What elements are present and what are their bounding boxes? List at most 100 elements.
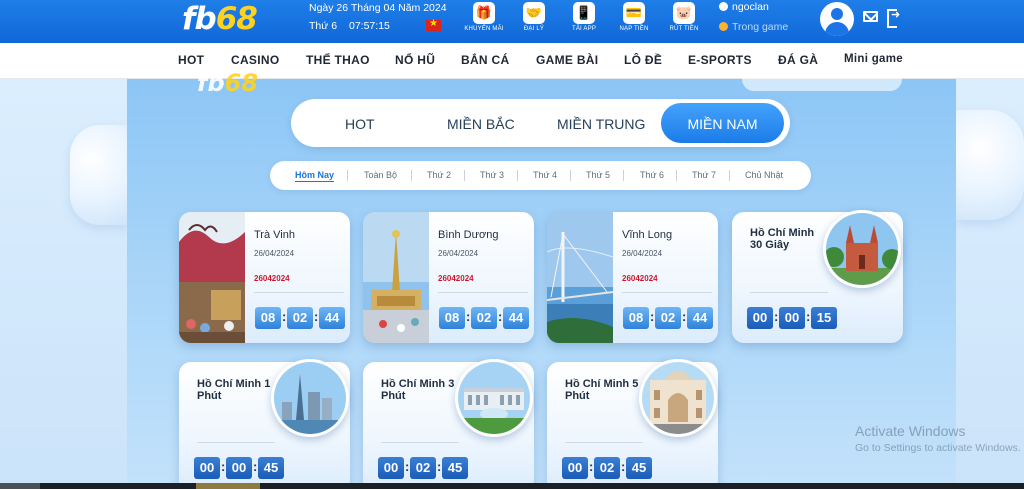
site-logo[interactable]: fb68 (182, 1, 258, 37)
vietnam-flag-icon[interactable] (426, 18, 441, 31)
colon: : (437, 459, 442, 474)
colon: : (621, 459, 626, 474)
countdown-seconds: 45 (258, 457, 284, 479)
tab-thu-6[interactable]: Thứ 6 (640, 170, 664, 180)
divider (570, 170, 571, 181)
nav-item-mini-game[interactable]: Mini game (844, 53, 903, 65)
promotions-link[interactable]: 🎁 KHUYẾN MÃI (459, 2, 509, 32)
logout-icon[interactable] (887, 8, 901, 28)
colon: : (282, 309, 287, 324)
hcm-palace-photo (455, 359, 533, 437)
nav-item-no-hu[interactable]: NỔ HŨ (395, 53, 435, 67)
countdown-hours: 08 (255, 307, 281, 329)
lottery-name: Vĩnh Long (622, 229, 673, 241)
phone-icon: 📱 (573, 2, 595, 24)
panel-logo: fb68 (197, 69, 258, 97)
tab-thu-2[interactable]: Thứ 2 (427, 170, 451, 180)
tab-thu-5[interactable]: Thứ 5 (586, 170, 610, 180)
lottery-name: Bình Dương (438, 229, 499, 241)
download-app-link[interactable]: 📱 TẢI APP (559, 2, 609, 32)
nav-item-hot[interactable]: HOT (178, 53, 204, 67)
tab-thu-3[interactable]: Thứ 3 (480, 170, 504, 180)
tab-mien-nam-label: MIỀN NAM (687, 116, 758, 132)
tab-hot[interactable]: HOT (345, 116, 375, 132)
countdown-seconds: 44 (687, 307, 713, 329)
tab-mien-nam[interactable]: MIỀN NAM (661, 103, 784, 143)
tab-mien-trung[interactable]: MIỀN TRUNG (557, 116, 645, 132)
username-text: ngoclan (732, 1, 769, 13)
taskbar-strip (0, 483, 1024, 489)
countdown-seconds: 15 (811, 307, 837, 329)
nav-item-ban-ca[interactable]: BẮN CÁ (461, 53, 509, 67)
colon: : (405, 459, 410, 474)
divider (750, 292, 828, 293)
nav-item-the-thao[interactable]: THỂ THAO (306, 53, 370, 67)
balance[interactable]: Trong game (719, 21, 788, 33)
countdown-minutes: 02 (410, 457, 436, 479)
countdown-hours: 00 (378, 457, 404, 479)
nav-item-lo-de[interactable]: LÔ ĐỀ (624, 53, 662, 67)
username[interactable]: ngoclan (719, 1, 769, 13)
tab-mien-bac[interactable]: MIỀN BẮC (447, 116, 515, 132)
deposit-link[interactable]: 💳 NẠP TIỀN (609, 2, 659, 32)
day-tabs: Hôm Nay Toàn Bộ Thứ 2 Thứ 3 Thứ 4 Thứ 5 … (270, 161, 811, 190)
countdown-hours: 08 (623, 307, 649, 329)
gift-icon: 🎁 (473, 2, 495, 24)
draw-code: 26042024 (254, 274, 290, 283)
tab-thu-4[interactable]: Thứ 4 (533, 170, 557, 180)
tab-chu-nhat[interactable]: Chủ Nhật (745, 170, 783, 180)
divider (676, 170, 677, 181)
colon: : (650, 309, 655, 324)
wallet-icon: 💳 (623, 2, 645, 24)
divider (622, 292, 712, 293)
lottery-card-vinh-long[interactable]: Vĩnh Long 26/04/2024 26042024 08 : 02 : … (547, 212, 718, 343)
tab-hom-nay[interactable]: Hôm Nay (295, 170, 335, 182)
divider (623, 170, 624, 181)
divider (565, 442, 643, 443)
balance-text: Trong game (732, 21, 789, 33)
mail-icon[interactable] (863, 11, 878, 22)
colon: : (682, 309, 687, 324)
agent-link[interactable]: 🤝 ĐẠI LÝ (509, 2, 559, 32)
lottery-card-binh-duong[interactable]: Bình Dương 26/04/2024 26042024 08 : 02 :… (363, 212, 534, 343)
withdraw-link[interactable]: 🐷 RÚT TIỀN (659, 2, 709, 32)
countdown-minutes: 02 (471, 307, 497, 329)
hcm-opera-house-photo (639, 359, 717, 437)
divider (464, 170, 465, 181)
activate-windows-subtitle: Go to Settings to activate Windows. (855, 442, 1021, 454)
divider (381, 442, 459, 443)
avatar[interactable] (820, 2, 854, 36)
region-tabs: HOT MIỀN BẮC MIỀN TRUNG MIỀN NAM (291, 99, 790, 157)
draw-date: 26/04/2024 (622, 249, 663, 258)
nav-item-da-ga[interactable]: ĐÁ GÀ (778, 53, 818, 67)
agent-label: ĐẠI LÝ (523, 26, 545, 32)
colon: : (253, 459, 258, 474)
withdraw-label: RÚT TIỀN (669, 26, 699, 32)
colon: : (498, 309, 503, 324)
countdown-minutes: 02 (655, 307, 681, 329)
countdown-seconds: 45 (626, 457, 652, 479)
activate-windows-title: Activate Windows (855, 423, 966, 439)
tab-thu-7[interactable]: Thứ 7 (692, 170, 716, 180)
main-nav: HOT CASINO THỂ THAO NỔ HŨ BẮN CÁ GAME BÀ… (0, 43, 1024, 79)
draw-code: 26042024 (622, 274, 658, 283)
colon: : (466, 309, 471, 324)
countdown-seconds: 44 (503, 307, 529, 329)
nav-item-esports[interactable]: E-SPORTS (688, 53, 752, 67)
countdown-hours: 00 (194, 457, 220, 479)
divider (347, 170, 348, 181)
nav-item-game-bai[interactable]: GAME BÀI (536, 53, 598, 67)
lottery-card-tra-vinh[interactable]: Trà Vinh 26/04/2024 26042024 08 : 02 : 4… (179, 212, 350, 343)
panel-logo-number: 68 (224, 69, 259, 97)
lottery-name: Hồ Chí Minh 30 Giây (750, 227, 815, 251)
panel-logo-text: fb (197, 69, 225, 97)
countdown-minutes: 02 (287, 307, 313, 329)
lottery-name: Hồ Chí Minh 1 Phút (197, 378, 271, 402)
countdown-minutes: 00 (226, 457, 252, 479)
coin-icon (719, 22, 728, 31)
tra-vinh-photo (179, 212, 245, 343)
tab-toan-bo[interactable]: Toàn Bộ (364, 170, 397, 180)
draw-date: 26/04/2024 (438, 249, 479, 258)
countdown-hours: 00 (747, 307, 773, 329)
nav-item-casino[interactable]: CASINO (231, 53, 279, 67)
